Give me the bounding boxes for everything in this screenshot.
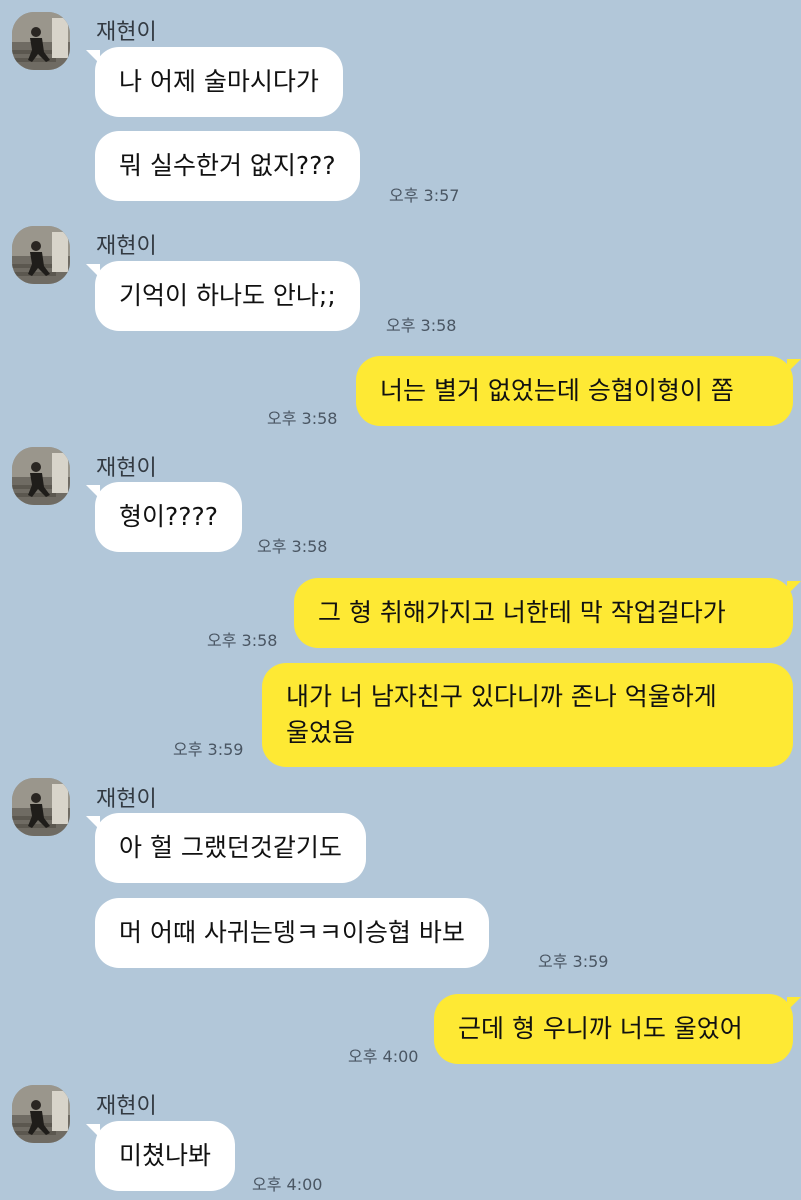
sender-name: 재현이 [96, 1094, 157, 1119]
message-text: 기억이 하나도 안나;; [119, 281, 336, 310]
message-bubble[interactable]: 아 헐 그랬던것같기도 [95, 813, 366, 883]
message-time: 오후 4:00 [348, 1047, 419, 1066]
message-text: 형이???? [119, 502, 219, 531]
message-bubble[interactable]: 너는 별거 없었는데 승협이형이 쫌 [356, 356, 793, 426]
message-bubble[interactable]: 내가 너 남자친구 있다니까 존나 억울하게 울었음 [262, 663, 793, 767]
sender-name: 재현이 [96, 787, 157, 812]
bubble-tail [787, 581, 801, 595]
message-text: 너는 별거 없었는데 승협이형이 쫌 [380, 376, 734, 405]
bubble-tail [787, 359, 801, 373]
message-bubble[interactable]: 뭐 실수한거 없지??? [95, 131, 360, 201]
sender-name: 재현이 [96, 456, 157, 481]
message-text: 근데 형 우니까 너도 울었어 [458, 1014, 743, 1043]
message-text: 나 어제 술마시다가 [119, 67, 319, 96]
message-bubble[interactable]: 미쳤나봐 [95, 1121, 236, 1191]
message-text: 머 어때 사귀는뎅ㅋㅋ이승협 바보 [119, 918, 465, 947]
sender-name: 재현이 [96, 20, 157, 45]
message-text: 아 헐 그랬던것같기도 [119, 833, 342, 862]
sender-name: 재현이 [96, 234, 157, 259]
profile-photo-icon [12, 12, 70, 70]
profile-photo-icon [12, 1085, 70, 1143]
message-bubble[interactable]: 기억이 하나도 안나;; [95, 261, 360, 331]
message-bubble[interactable]: 근데 형 우니까 너도 울었어 [434, 994, 793, 1064]
message-time: 오후 3:58 [386, 316, 457, 335]
message-time: 오후 3:58 [207, 631, 278, 650]
avatar[interactable] [12, 447, 70, 505]
message-bubble[interactable]: 나 어제 술마시다가 [95, 47, 343, 117]
message-text: 미쳤나봐 [119, 1141, 212, 1170]
avatar[interactable] [12, 1085, 70, 1143]
message-time: 오후 3:57 [389, 186, 460, 205]
profile-photo-icon [12, 447, 70, 505]
message-time: 오후 3:58 [267, 409, 338, 428]
message-bubble[interactable]: 그 형 취해가지고 너한테 막 작업걸다가 [294, 578, 793, 648]
bubble-tail [787, 997, 801, 1011]
avatar[interactable] [12, 226, 70, 284]
message-text: 그 형 취해가지고 너한테 막 작업걸다가 [318, 598, 726, 627]
message-time: 오후 4:00 [252, 1175, 323, 1194]
profile-photo-icon [12, 778, 70, 836]
message-bubble[interactable]: 머 어때 사귀는뎅ㅋㅋ이승협 바보 [95, 898, 489, 968]
profile-photo-icon [12, 226, 70, 284]
message-text-line: 울었음 [286, 718, 356, 747]
message-bubble[interactable]: 형이???? [95, 482, 243, 552]
avatar[interactable] [12, 778, 70, 836]
message-text: 뭐 실수한거 없지??? [119, 151, 336, 180]
message-time: 오후 3:59 [173, 740, 244, 759]
message-text-line: 내가 너 남자친구 있다니까 존나 억울하게 [286, 682, 717, 711]
message-time: 오후 3:58 [257, 537, 328, 556]
avatar[interactable] [12, 12, 70, 70]
message-time: 오후 3:59 [538, 952, 609, 971]
